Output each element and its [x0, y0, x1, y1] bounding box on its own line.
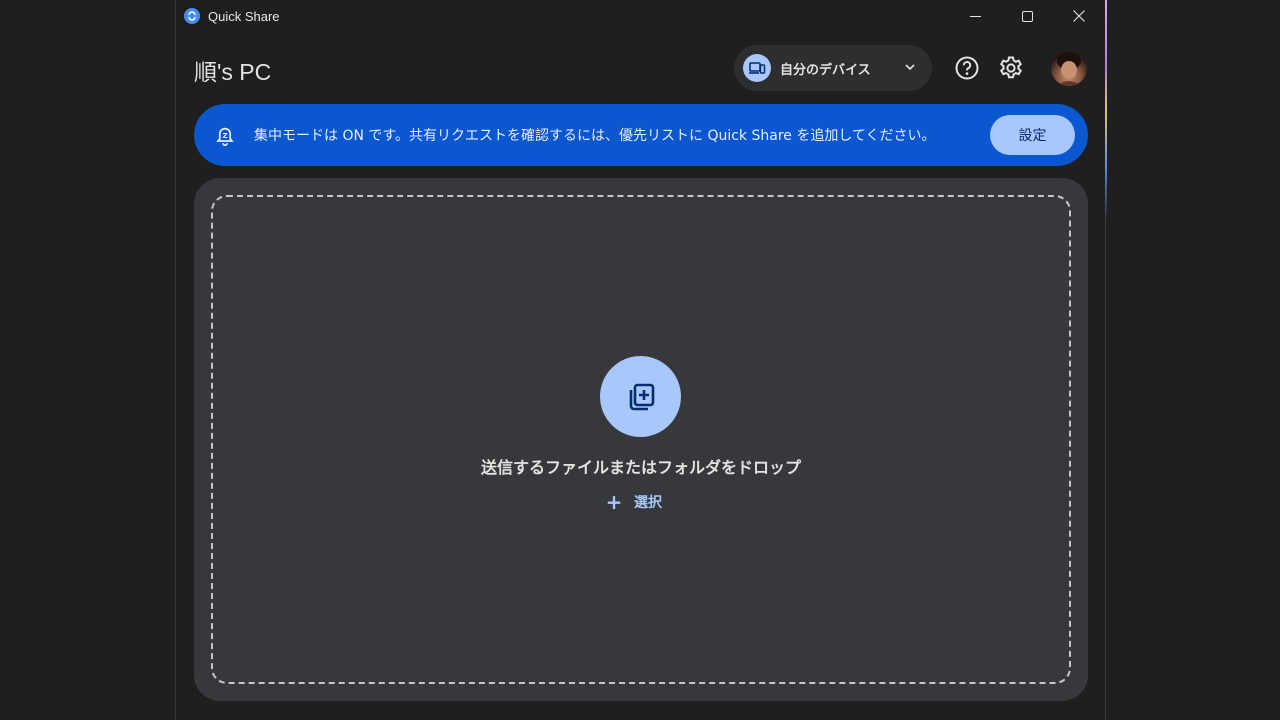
- close-button[interactable]: [1053, 0, 1105, 32]
- minimize-button[interactable]: [949, 0, 1001, 32]
- banner-message: 集中モードは ON です。共有リクエストを確認するには、優先リストに Quick…: [254, 128, 936, 144]
- maximize-icon: [1021, 10, 1033, 22]
- maximize-button[interactable]: [1001, 0, 1053, 32]
- gear-icon[interactable]: [998, 55, 1024, 81]
- window-accent-edge: [1105, 0, 1107, 220]
- help-icon[interactable]: [954, 55, 980, 81]
- drop-zone[interactable]: [211, 195, 1071, 684]
- quick-share-icon: [184, 8, 200, 24]
- drop-prompt: 送信するファイルまたはフォルダをドロップ: [480, 458, 801, 477]
- device-name-title: 順's PC: [194, 59, 272, 85]
- desktop-background: Quick Share 順's PC 自分のデバイス Z 集中モードは ON で…: [0, 0, 1280, 720]
- devices-icon: [743, 54, 771, 82]
- window-controls: [949, 0, 1105, 32]
- quick-share-window: Quick Share 順's PC 自分のデバイス Z 集中モードは ON で…: [175, 0, 1107, 720]
- add-file-icon: [629, 383, 654, 410]
- minimize-icon: [969, 15, 981, 17]
- focus-mode-banner: Z 集中モードは ON です。共有リクエストを確認するには、優先リストに Qui…: [194, 104, 1088, 166]
- chevron-down-icon: [905, 64, 915, 71]
- select-files-button[interactable]: + 選択: [604, 490, 662, 514]
- window-title: Quick Share: [208, 8, 280, 24]
- drop-zone-card[interactable]: 送信するファイルまたはフォルダをドロップ + 選択: [194, 178, 1088, 701]
- close-icon: [1073, 10, 1085, 22]
- settings-button[interactable]: 設定: [990, 115, 1075, 155]
- focus-bell-icon: Z: [216, 127, 234, 146]
- add-files-button[interactable]: [600, 356, 681, 437]
- visibility-selector[interactable]: 自分のデバイス: [734, 45, 932, 91]
- svg-text:Z: Z: [222, 132, 227, 140]
- visibility-label: 自分のデバイス: [780, 62, 871, 78]
- title-bar[interactable]: Quick Share: [176, 0, 1105, 32]
- avatar[interactable]: [1051, 50, 1087, 86]
- plus-icon: +: [605, 490, 623, 514]
- select-label: 選択: [634, 495, 662, 511]
